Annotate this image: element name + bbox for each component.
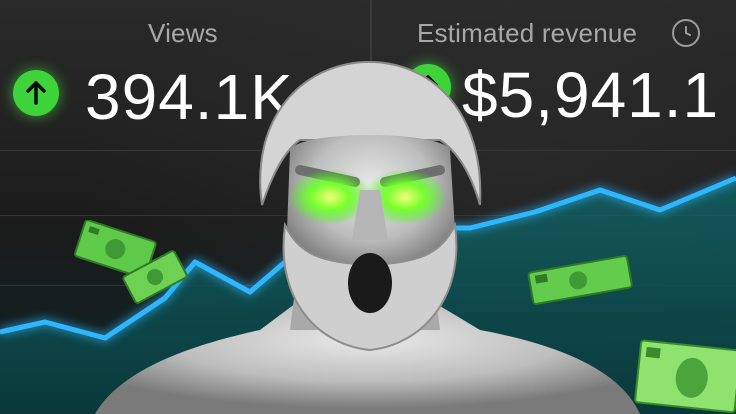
statue-mouth — [348, 253, 392, 313]
statue-figure — [95, 60, 640, 414]
